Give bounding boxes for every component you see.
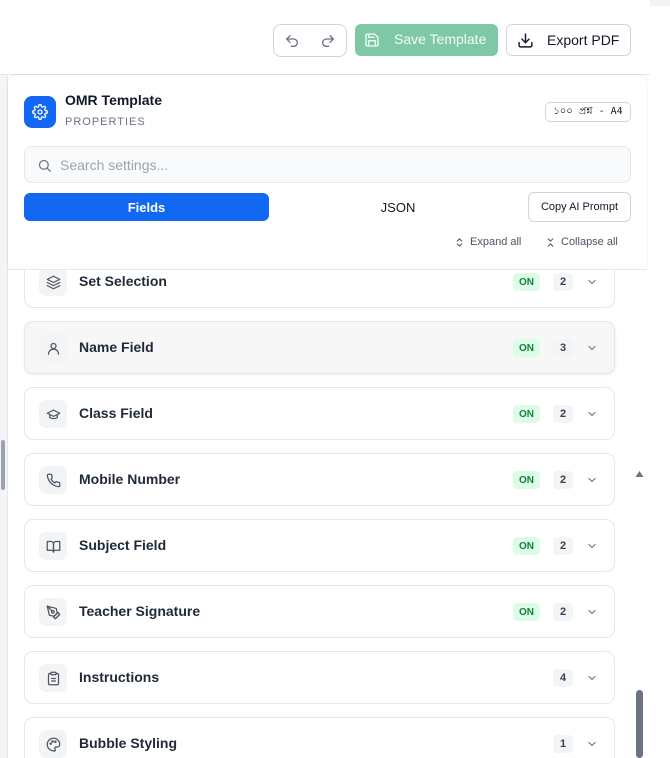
status-badge: ON (513, 471, 540, 489)
paper-size-badge: ১০০ প্রশ্ন - A4 (545, 102, 631, 122)
tab-json[interactable]: JSON (278, 193, 518, 221)
section-label: Set Selection (79, 273, 167, 289)
section-set-selection[interactable]: Set Selection ON 2 (24, 270, 615, 308)
top-toolbar: Save Template Export PDF (0, 0, 650, 75)
scroll-up-arrow-icon[interactable] (635, 470, 644, 478)
tab-fields[interactable]: Fields (24, 193, 269, 221)
panel-subtitle: PROPERTIES (65, 116, 146, 128)
save-icon (364, 32, 380, 51)
left-gutter (0, 75, 7, 758)
download-icon (517, 32, 534, 52)
count-badge: 2 (553, 273, 573, 291)
copy-ai-prompt-button[interactable]: Copy AI Prompt (528, 192, 631, 222)
chevron-down-icon (588, 675, 596, 681)
count-badge: 2 (553, 537, 573, 555)
chevron-down-icon (588, 741, 596, 747)
clipboard-icon (39, 664, 67, 692)
collapse-all-button[interactable]: Collapse all (545, 236, 618, 248)
chevron-down-icon (588, 279, 596, 285)
section-label: Mobile Number (79, 471, 181, 487)
export-pdf-button[interactable]: Export PDF (506, 24, 631, 56)
section-teacher-signature[interactable]: Teacher Signature ON 2 (24, 585, 615, 638)
chevron-down-icon (588, 543, 596, 549)
section-bubble-styling[interactable]: Bubble Styling 1 (24, 717, 615, 758)
panel-header: OMR Template PROPERTIES ১০০ প্রশ্ন - A4 … (8, 75, 647, 270)
collapse-all-label: Collapse all (561, 236, 618, 248)
count-badge: 2 (553, 603, 573, 621)
graduation-cap-icon (39, 400, 67, 428)
search-icon (37, 158, 52, 178)
section-label: Name Field (79, 339, 154, 355)
count-badge: 2 (553, 471, 573, 489)
palette-icon (39, 730, 67, 758)
save-button-label: Save Template (394, 31, 487, 47)
section-label: Instructions (79, 669, 160, 685)
sections-list: Set Selection ON 2 Name Field ON 3 Class… (8, 270, 647, 758)
save-template-button[interactable]: Save Template (355, 24, 498, 56)
scrollbar-thumb[interactable] (636, 690, 643, 758)
status-badge: ON (513, 405, 540, 423)
chevron-down-icon (588, 477, 596, 483)
count-badge: 4 (553, 669, 573, 687)
count-badge: 3 (553, 339, 573, 357)
section-instructions[interactable]: Instructions 4 (24, 651, 615, 704)
section-label: Bubble Styling (79, 735, 177, 751)
status-badge: ON (513, 339, 540, 357)
search-box (24, 146, 631, 183)
book-icon (39, 532, 67, 560)
chevrons-down-up-icon (547, 237, 554, 247)
panel-title: OMR Template (65, 92, 162, 108)
resize-handle[interactable] (1, 440, 5, 490)
section-mobile-number[interactable]: Mobile Number ON 2 (24, 453, 615, 506)
count-badge: 2 (553, 405, 573, 423)
right-gutter (646, 75, 670, 758)
section-subject-field[interactable]: Subject Field ON 2 (24, 519, 615, 572)
status-badge: ON (513, 273, 540, 291)
redo-icon[interactable] (314, 27, 342, 55)
phone-icon (39, 466, 67, 494)
section-label: Subject Field (79, 537, 167, 553)
section-label: Class Field (79, 405, 153, 421)
history-group (273, 24, 347, 57)
section-label: Teacher Signature (79, 603, 201, 619)
section-name-field[interactable]: Name Field ON 3 (24, 321, 615, 374)
status-badge: ON (513, 537, 540, 555)
chevron-down-icon (588, 345, 596, 351)
status-badge: ON (513, 603, 540, 621)
pen-tool-icon (39, 598, 67, 626)
layers-icon (39, 270, 67, 296)
properties-panel: OMR Template PROPERTIES ১০০ প্রশ্ন - A4 … (7, 75, 647, 758)
gear-icon (24, 96, 56, 128)
count-badge: 1 (553, 735, 573, 753)
chevrons-up-down-icon (456, 237, 463, 247)
user-icon (39, 334, 67, 362)
section-class-field[interactable]: Class Field ON 2 (24, 387, 615, 440)
chevron-down-icon (588, 609, 596, 615)
export-button-label: Export PDF (547, 32, 620, 48)
expand-all-button[interactable]: Expand all (454, 236, 521, 248)
expand-all-label: Expand all (470, 236, 522, 248)
undo-icon[interactable] (278, 27, 306, 55)
search-input[interactable] (60, 155, 620, 175)
chevron-down-icon (588, 411, 596, 417)
